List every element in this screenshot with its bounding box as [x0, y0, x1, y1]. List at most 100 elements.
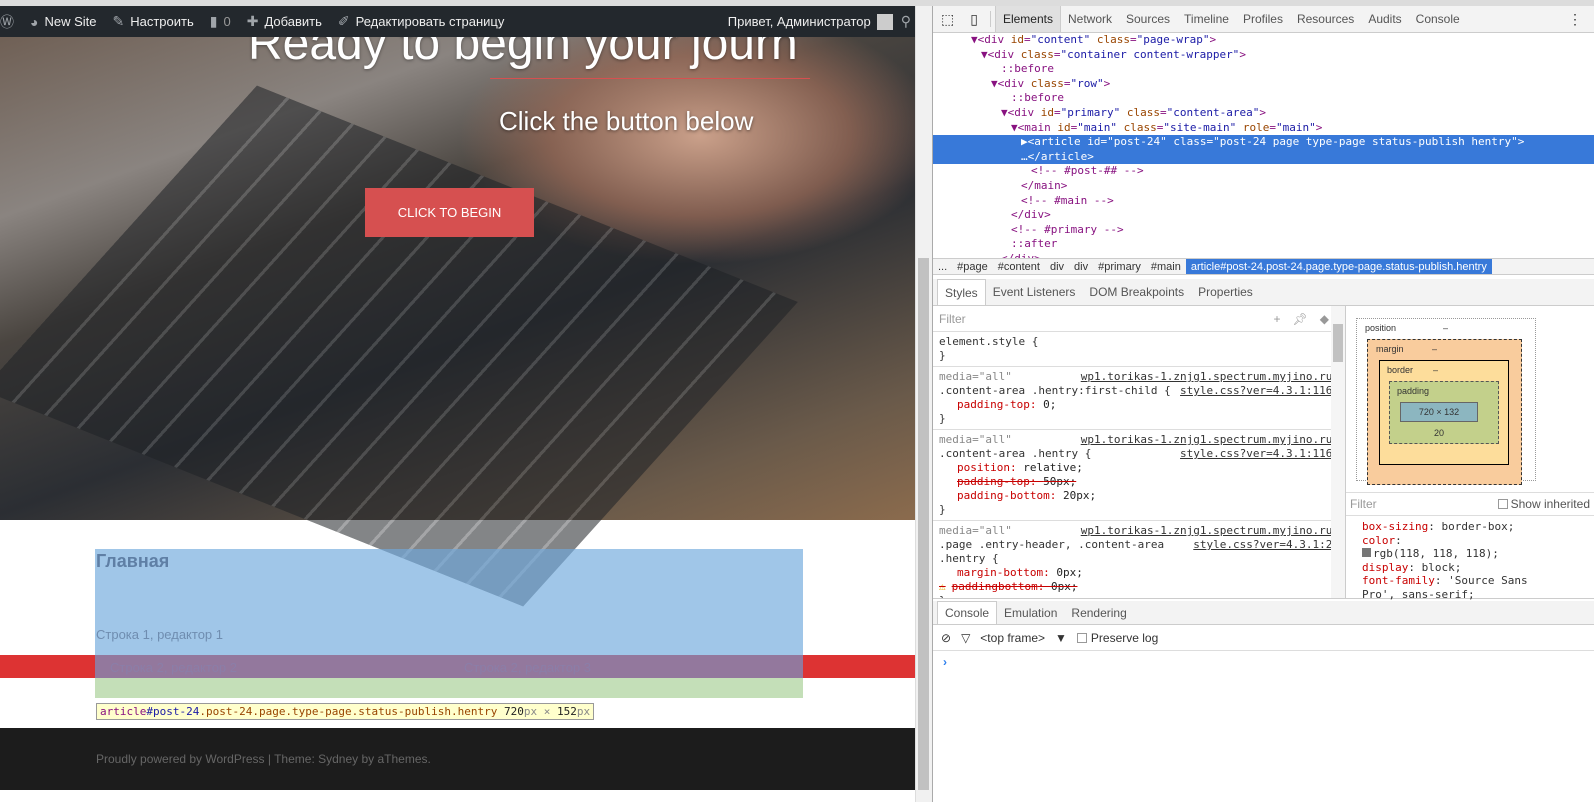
tab-event-listeners[interactable]: Event Listeners: [986, 279, 1083, 305]
preserve-log-checkbox[interactable]: [1076, 632, 1087, 643]
toggle-state-icon[interactable]: ◆: [1320, 312, 1329, 326]
rule-source-link[interactable]: style.css?ver=4.3.1:1161: [1180, 447, 1339, 461]
style-property[interactable]: padding-bottom: 20px;: [939, 489, 1339, 503]
breadcrumb-item[interactable]: article#post-24.post-24.page.type-page.s…: [1185, 259, 1492, 274]
style-property[interactable]: padding-top: 50px;: [939, 475, 1339, 489]
box-margin-value: –: [1432, 344, 1438, 354]
property-value: 20px;: [1062, 489, 1097, 502]
pin-icon[interactable]: 📌︎: [1293, 312, 1308, 326]
breadcrumb-item[interactable]: #main: [1146, 261, 1186, 273]
breadcrumb-item[interactable]: div: [1069, 261, 1093, 273]
breadcrumb-item[interactable]: ...: [933, 261, 952, 273]
wp-logo-button[interactable]: Ⓦ: [0, 12, 14, 32]
styles-scrollbar[interactable]: [1331, 306, 1345, 598]
dom-node[interactable]: <!-- #post-## -->: [933, 164, 1594, 179]
click-to-begin-button[interactable]: CLICK TO BEGIN: [365, 188, 534, 237]
tab-elements[interactable]: Elements: [994, 6, 1061, 32]
site-button[interactable]: ◕ New Site: [30, 14, 97, 30]
filter-icon[interactable]: ▽: [961, 631, 970, 645]
dom-node[interactable]: ▼<div class="row">: [933, 77, 1594, 92]
dom-node[interactable]: </main>: [933, 179, 1594, 194]
computed-line: Pro', sans-serif;: [1362, 588, 1528, 602]
device-icon[interactable]: ▯: [962, 11, 986, 28]
clear-console-icon[interactable]: ⊘: [941, 631, 951, 645]
dom-node[interactable]: ::after: [933, 237, 1594, 252]
breadcrumb-item[interactable]: #content: [993, 261, 1045, 273]
rule-source-link[interactable]: wp1.torikas-1.znjg1.spectrum.myjino.ru/: [1081, 370, 1339, 384]
dom-node[interactable]: ▶<article id="post-24" class="post-24 pa…: [933, 135, 1594, 150]
dom-node[interactable]: ▼<div id="content" class="page-wrap">: [933, 33, 1594, 48]
rule-selector[interactable]: .hentry {: [939, 552, 1339, 566]
search-button[interactable]: ⚲: [901, 13, 911, 30]
dom-node[interactable]: <!-- #main -->: [933, 194, 1594, 209]
dom-node-text: ::before: [1011, 91, 1064, 105]
tab-dom-breakpoints[interactable]: DOM Breakpoints: [1082, 279, 1191, 305]
tab-network[interactable]: Network: [1061, 6, 1119, 32]
tab-console[interactable]: Console: [1409, 6, 1467, 32]
tab-profiles[interactable]: Profiles: [1236, 6, 1290, 32]
show-inherited-checkbox[interactable]: [1497, 499, 1508, 509]
color-swatch: [1362, 548, 1371, 558]
add-new-button[interactable]: ✚ Добавить: [247, 13, 322, 30]
dom-node[interactable]: </div>: [933, 208, 1594, 223]
breadcrumb-item[interactable]: #primary: [1093, 261, 1146, 273]
dom-node-text: ▼<div id="content" class="page-wrap">: [971, 33, 1217, 46]
property-name: position: [957, 461, 1010, 474]
dom-node-text: ▼<div class="container content-wrapper">: [981, 47, 1246, 61]
tab-emulation[interactable]: Emulation: [997, 601, 1064, 624]
page-scrollbar-thumb[interactable]: [918, 258, 929, 790]
style-property[interactable]: padding-top: 0;: [939, 398, 1339, 412]
account-button[interactable]: Привет, Администратор: [728, 13, 893, 30]
box-padding-label: padding: [1397, 386, 1430, 396]
dom-node[interactable]: ▼<main id="main" class="site-main" role=…: [933, 121, 1594, 136]
tab-properties[interactable]: Properties: [1191, 279, 1260, 305]
style-property[interactable]: ⚠ paddingbottom: 0px;: [939, 580, 1339, 594]
tab-console[interactable]: Console: [937, 601, 998, 624]
style-property[interactable]: margin-bottom: 0px;: [939, 566, 1339, 580]
dom-node[interactable]: ::before: [933, 91, 1594, 106]
tab-audits[interactable]: Audits: [1361, 6, 1408, 32]
rule-source-link[interactable]: wp1.torikas-1.znjg1.spectrum.myjino.ru/: [1081, 433, 1339, 447]
computed-filter-input[interactable]: Filter: [1350, 497, 1498, 511]
tab-sources[interactable]: Sources: [1119, 6, 1177, 32]
dom-node[interactable]: ▼<div class="container content-wrapper">: [933, 48, 1594, 63]
inspect-icon[interactable]: ⬚: [933, 11, 962, 28]
breadcrumb-item[interactable]: div: [1045, 261, 1069, 273]
comments-button[interactable]: ▮ 0: [210, 13, 231, 30]
dom-node[interactable]: <!-- #primary -->: [933, 223, 1594, 238]
rule-media: media="all": [939, 524, 1012, 537]
breadcrumb-item[interactable]: #page: [952, 261, 993, 273]
more-icon[interactable]: ⋮: [1556, 11, 1594, 28]
computed-line: display: block;: [1362, 560, 1462, 574]
dom-node-text: ▼<div class="row">: [991, 76, 1111, 90]
rule-source-link[interactable]: style.css?ver=4.3.1:1166: [1180, 384, 1339, 398]
footer-credits[interactable]: Proudly powered by WordPress | Theme: Sy…: [96, 752, 431, 766]
chevron-down-icon[interactable]: ▼: [1055, 631, 1067, 645]
tab-rendering[interactable]: Rendering: [1064, 601, 1133, 624]
dom-node[interactable]: ▼<div id="primary" class="content-area">: [933, 106, 1594, 121]
dom-node-text: <!-- #primary -->: [1011, 222, 1124, 236]
dom-node[interactable]: ::before: [933, 62, 1594, 77]
customize-button[interactable]: ✎ Настроить: [113, 13, 194, 30]
computed-name: display: [1362, 560, 1409, 574]
console-prompt[interactable]: ›: [933, 651, 1594, 673]
rule-media-line: media="all" wp1.torikas-1.znjg1.spectrum.…: [939, 433, 1339, 447]
edit-page-button[interactable]: ✐ Редактировать страницу: [338, 13, 504, 30]
rule-selector[interactable]: .content-area .hentry {: [939, 447, 1091, 460]
dom-node[interactable]: …</article>: [933, 149, 1594, 165]
rule-selector[interactable]: element.style {: [939, 335, 1038, 348]
rule-source-link[interactable]: wp1.torikas-1.znjg1.spectrum.myjino.ru/: [1081, 524, 1339, 538]
rule-selector[interactable]: .page .entry-header, .content-area: [939, 538, 1164, 551]
rule-close: }: [939, 503, 946, 516]
rule-source-link[interactable]: style.css?ver=4.3.1:21: [1193, 538, 1339, 552]
tab-styles[interactable]: Styles: [937, 279, 986, 305]
tab-resources[interactable]: Resources: [1290, 6, 1361, 32]
styles-filter-input[interactable]: Filter: [939, 312, 1274, 326]
computed-line: box-sizing: border-box;: [1362, 520, 1515, 533]
rule-selector[interactable]: .content-area .hentry:first-child {: [939, 384, 1171, 397]
tab-timeline[interactable]: Timeline: [1177, 6, 1236, 32]
computed-styles: box-sizing: border-box; color: rgb(118, 1…: [1362, 520, 1528, 602]
frame-select[interactable]: <top frame>: [980, 631, 1045, 645]
style-property[interactable]: position: relative;: [939, 461, 1339, 475]
new-rule-icon[interactable]: +: [1274, 312, 1281, 326]
